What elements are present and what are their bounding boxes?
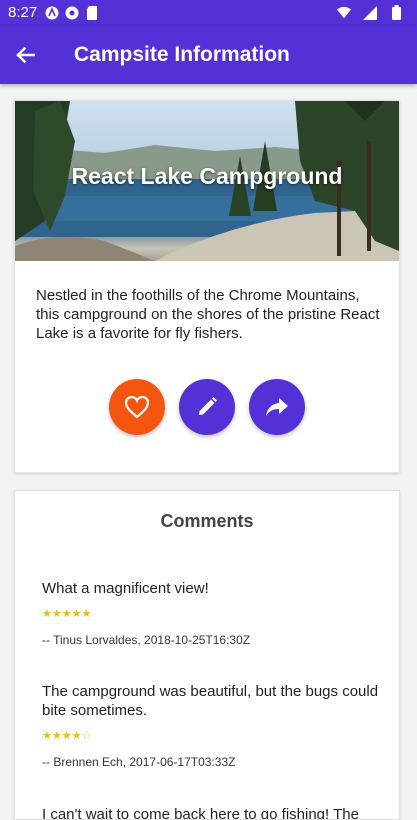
app-bar: Campsite Information	[0, 25, 417, 84]
app-notification-icon	[65, 6, 79, 20]
battery-icon	[389, 5, 403, 20]
edit-button[interactable]	[179, 379, 235, 435]
share-button[interactable]	[249, 379, 305, 435]
heart-outline-icon	[124, 395, 150, 419]
comment-item: The campground was beautiful, but the bu…	[42, 682, 382, 769]
comment-author: -- Brennen Ech, 2017-06-17T03:33Z	[42, 755, 236, 769]
comments-card: Comments What a magnificent view! ★★★★★ …	[14, 490, 400, 820]
signal-icon	[363, 5, 377, 20]
campsite-actions	[109, 379, 305, 435]
share-forward-icon	[266, 398, 288, 416]
page-title: Campsite Information	[74, 42, 290, 66]
campsite-card: React Lake Campground Nestled in the foo…	[14, 100, 400, 473]
status-bar: 8:27	[0, 0, 417, 25]
pencil-icon	[199, 397, 217, 415]
android-icon	[45, 6, 59, 20]
wifi-icon	[337, 6, 351, 20]
campsite-name: React Lake Campground	[71, 163, 343, 189]
comment-rating: ★★★★★	[42, 608, 92, 620]
comment-author: -- Tinus Lorvaldes, 2018-10-25T16:30Z	[42, 633, 251, 647]
comment-text: I can't wait to come back here to go fis…	[42, 806, 359, 820]
comments-heading: Comments	[160, 511, 254, 531]
status-time: 8:27	[8, 4, 38, 21]
campsite-image: React Lake Campground	[15, 101, 399, 261]
comment-item: I can't wait to come back here to go fis…	[42, 805, 382, 820]
comment-rating: ★★★★☆	[42, 730, 92, 742]
comment-text: The campground was beautiful, but the bu…	[42, 683, 379, 719]
favorite-button[interactable]	[109, 379, 165, 435]
arrow-back-icon	[16, 46, 35, 63]
comment-item: What a magnificent view! ★★★★★ -- Tinus …	[42, 579, 382, 647]
comment-text: What a magnificent view!	[42, 580, 209, 597]
sd-card-icon	[85, 5, 99, 20]
back-button[interactable]	[12, 42, 38, 68]
campsite-description: Nestled in the foothills of the Chrome M…	[36, 287, 380, 342]
